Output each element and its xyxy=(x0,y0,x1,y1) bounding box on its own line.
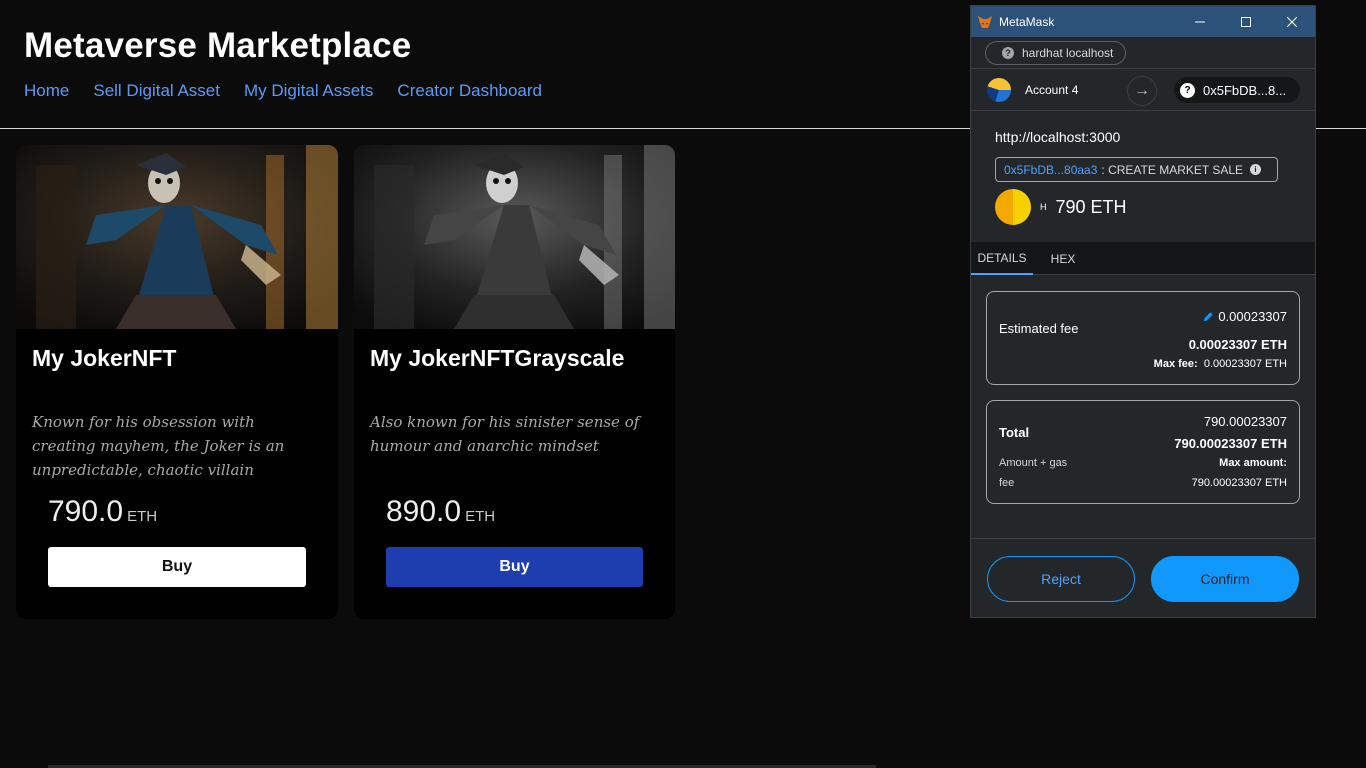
nft-description: Also known for his sinister sense of hum… xyxy=(370,413,640,455)
nav-my-digital-assets[interactable]: My Digital Assets xyxy=(244,81,373,101)
amount-gas-label: Amount + gas xyxy=(999,457,1068,469)
account-avatar xyxy=(987,77,1011,102)
nav-creator-dashboard[interactable]: Creator Dashboard xyxy=(397,81,542,101)
buy-button[interactable]: Buy xyxy=(48,547,306,587)
tab-details[interactable]: DETAILS xyxy=(971,242,1033,275)
price-value: 790.0 xyxy=(48,495,124,528)
from-account[interactable]: Account 4 xyxy=(971,77,1129,102)
maximize-icon[interactable] xyxy=(1223,6,1269,37)
nft-price: 790.0 ETH xyxy=(48,495,157,529)
nft-name: My JokerNFT xyxy=(32,345,177,371)
window-title: MetaMask xyxy=(999,14,1055,29)
price-unit: ETH xyxy=(127,508,158,525)
transaction-value: H 790 ETH xyxy=(995,189,1127,225)
main-nav: Home Sell Digital Asset My Digital Asset… xyxy=(24,81,542,101)
total-value-eth: 790.00023307 ETH xyxy=(1174,436,1287,451)
fee-label: fee xyxy=(999,477,1015,489)
question-icon: ? xyxy=(1180,82,1195,98)
arrow-right-icon: → xyxy=(1127,76,1157,106)
nft-description: Known for his obsession with creating ma… xyxy=(32,413,285,479)
value-prefix: H xyxy=(1040,202,1047,212)
method-name: : CREATE MARKET SALE xyxy=(1101,162,1243,177)
edit-pencil-icon[interactable] xyxy=(1203,311,1214,322)
request-origin: http://localhost:3000 xyxy=(995,129,1121,145)
network-name: hardhat localhost xyxy=(1022,45,1114,60)
nav-sell-digital-asset[interactable]: Sell Digital Asset xyxy=(93,81,220,101)
nft-price: 890.0 ETH xyxy=(386,495,495,529)
estimated-fee-label: Estimated fee xyxy=(999,321,1079,336)
nft-card: My JokerNFT Known for his obsession with… xyxy=(16,145,338,619)
buy-button[interactable]: Buy xyxy=(386,547,643,587)
to-address-text: 0x5FbDB...8... xyxy=(1203,82,1287,98)
estimated-fee-value-row: 0.00023307 xyxy=(1203,309,1287,324)
estimated-fee-value: 0.00023307 xyxy=(1218,309,1287,324)
account-row: Account 4 → ? 0x5FbDB...8... xyxy=(971,69,1315,111)
estimated-fee-box: Estimated fee 0.00023307 0.00023307 ETH … xyxy=(986,291,1300,385)
metamask-window: MetaMask ? hardhat localhost Account 4 →… xyxy=(970,5,1316,618)
total-label: Total xyxy=(999,425,1030,440)
nft-image xyxy=(354,145,675,329)
close-icon[interactable] xyxy=(1269,6,1315,37)
contract-address-link[interactable]: 0x5FbDB...80aa3 xyxy=(1004,163,1097,177)
question-icon: ? xyxy=(1002,46,1014,59)
nft-name: My JokerNFTGrayscale xyxy=(370,345,625,371)
minimize-icon[interactable] xyxy=(1177,6,1223,37)
footer-divider xyxy=(971,538,1315,539)
estimated-fee-eth: 0.00023307 ETH xyxy=(1188,337,1287,352)
network-selector[interactable]: ? hardhat localhost xyxy=(985,40,1127,65)
value-amount: 790 ETH xyxy=(1055,196,1127,217)
max-fee-value: 0.00023307 ETH xyxy=(1203,358,1287,370)
tab-hex[interactable]: HEX xyxy=(1033,242,1093,275)
price-value: 890.0 xyxy=(386,495,462,528)
window-controls xyxy=(1177,6,1315,37)
price-unit: ETH xyxy=(465,508,496,525)
max-fee-row: Max fee: 0.00023307 ETH xyxy=(1154,358,1287,370)
tabs-bar: DETAILS HEX xyxy=(971,242,1315,275)
to-address[interactable]: ? 0x5FbDB...8... xyxy=(1174,77,1300,103)
method-box: 0x5FbDB...80aa3 : CREATE MARKET SALE i xyxy=(995,157,1278,182)
window-titlebar[interactable]: MetaMask xyxy=(971,6,1315,37)
max-fee-label: Max fee: xyxy=(1153,358,1198,370)
reject-button[interactable]: Reject xyxy=(987,556,1135,602)
max-amount-value: 790.00023307 ETH xyxy=(1191,477,1287,489)
page: Metaverse Marketplace Home Sell Digital … xyxy=(0,0,1366,768)
site-title: Metaverse Marketplace xyxy=(24,26,412,65)
max-amount-label: Max amount: xyxy=(1219,457,1287,469)
confirm-button[interactable]: Confirm xyxy=(1151,556,1299,602)
total-value: 790.00023307 xyxy=(1203,414,1287,429)
nft-card: My JokerNFTGrayscale Also known for his … xyxy=(354,145,675,619)
network-row: ? hardhat localhost xyxy=(971,37,1315,69)
metamask-fox-icon xyxy=(978,15,992,28)
total-box: Total Amount + gas fee 790.00023307 790.… xyxy=(986,400,1300,504)
token-icon xyxy=(995,189,1031,225)
nav-home[interactable]: Home xyxy=(24,81,69,101)
from-account-name: Account 4 xyxy=(1025,82,1079,97)
nft-image xyxy=(16,145,338,329)
info-icon[interactable]: i xyxy=(1250,164,1261,175)
